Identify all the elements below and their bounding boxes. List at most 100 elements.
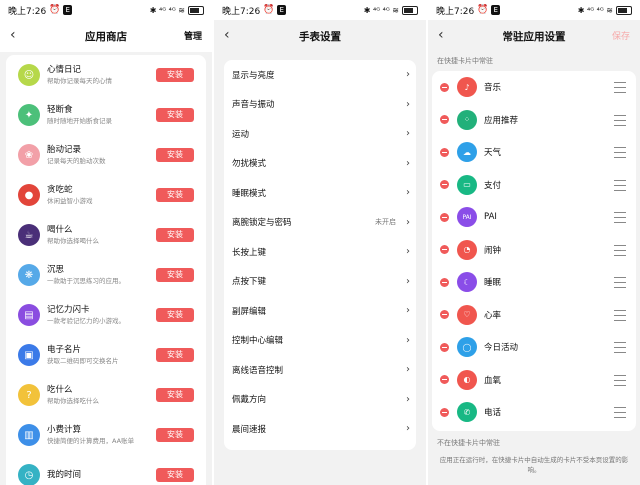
chevron-right-icon: › — [406, 69, 410, 81]
payment-icon: ▭ — [457, 174, 477, 195]
drag-handle-icon[interactable] — [614, 147, 626, 158]
settings-item[interactable]: 离线语音控制 › — [224, 355, 416, 385]
install-button[interactable]: 安装 — [156, 348, 194, 362]
settings-item-label: 长按上键 — [232, 247, 267, 258]
app-row: ● 贪吃蛇 休闲益智小游戏 安装 — [6, 175, 206, 215]
drag-handle-icon[interactable] — [614, 277, 626, 288]
settings-item[interactable]: 勿扰模式 › — [224, 149, 416, 179]
settings-item[interactable]: 佩戴方向 › — [224, 385, 416, 415]
remove-icon[interactable] — [440, 147, 449, 157]
install-button[interactable]: 安装 — [156, 268, 194, 282]
app-row: ◷ 我的时间 安装 — [6, 455, 206, 485]
app-row: ☕ 喝什么 帮助你选择喝什么 安装 — [6, 215, 206, 255]
install-button[interactable]: 安装 — [156, 228, 194, 242]
settings-item-label: 晨间速报 — [232, 424, 267, 435]
settings-item[interactable]: 显示与亮度 › — [224, 60, 416, 90]
settings-item[interactable]: 睡眠模式 › — [224, 178, 416, 208]
pinned-app-row: ⁘ 应用推荐 — [432, 104, 636, 137]
memory-card-icon: ▤ — [18, 304, 40, 326]
drag-handle-icon[interactable] — [614, 179, 626, 191]
pinned-app-row: ☾ 睡眠 — [432, 266, 636, 299]
drag-handle-icon[interactable] — [614, 309, 626, 321]
pinned-apps-screen: 晚上7:26 ⏰ E ✱ ⁴ᴳ ⁴ᴳ ≋ ‹ 常驻应用设置 保存 在快捷卡片中常驻 … — [426, 0, 640, 485]
remove-icon[interactable] — [440, 375, 449, 385]
drag-handle-icon[interactable] — [614, 212, 626, 223]
pinned-app-label: 闹钟 — [484, 245, 502, 256]
app-recommend-icon: ⁘ — [457, 109, 477, 130]
status-bar: 晚上7:26 ⏰ E ✱ ⁴ᴳ ⁴ᴳ ≋ — [428, 0, 640, 20]
install-button[interactable]: 安装 — [156, 188, 194, 202]
remove-icon[interactable] — [440, 180, 449, 190]
status-bar: 晚上7:26 ⏰ E ✱ ⁴ᴳ ⁴ᴳ ≋ — [0, 0, 212, 20]
install-button[interactable]: 安装 — [156, 388, 194, 402]
status-time: 晚上7:26 — [222, 6, 261, 17]
chevron-right-icon: › — [406, 393, 410, 405]
back-arrow-icon[interactable]: ‹ — [224, 27, 230, 43]
nav-bar: ‹ 手表设置 — [214, 20, 426, 52]
install-button[interactable]: 安装 — [156, 148, 194, 162]
page-title: 常驻应用设置 — [502, 30, 566, 43]
back-arrow-icon[interactable]: ‹ — [438, 27, 444, 43]
install-button[interactable]: 安装 — [156, 68, 194, 82]
nav-bar: ‹ 应用商店 管理 — [0, 20, 212, 52]
pinned-app-label: 电话 — [484, 408, 502, 419]
chevron-right-icon: › — [406, 423, 410, 435]
app-row: ❀ 胎动记录 记录每天的胎动次数 安装 — [6, 135, 206, 175]
signal-icons: ✱ ⁴ᴳ ⁴ᴳ ≋ — [363, 5, 399, 15]
chevron-right-icon: › — [406, 216, 410, 228]
install-button[interactable]: 安装 — [156, 108, 194, 122]
notification-icon: E — [63, 5, 72, 15]
drag-handle-icon[interactable] — [614, 407, 626, 418]
install-button[interactable]: 安装 — [156, 468, 194, 482]
settings-item-label: 控制中心编辑 — [232, 336, 284, 347]
app-row: ? 吃什么 帮助你选择吃什么 安装 — [6, 375, 206, 415]
snake-game-icon: ● — [18, 184, 40, 206]
chevron-right-icon: › — [406, 305, 410, 317]
settings-item[interactable]: 离腕锁定与密码 未开启 › — [224, 208, 416, 238]
chevron-right-icon: › — [406, 128, 410, 140]
pinned-app-label: 天气 — [484, 148, 502, 159]
pinned-app-row: ◯ 今日活动 — [432, 331, 636, 364]
remove-icon[interactable] — [440, 245, 449, 255]
settings-item[interactable]: 长按上键 › — [224, 237, 416, 267]
settings-item[interactable]: 运动 › — [224, 119, 416, 149]
settings-item[interactable]: 副屏编辑 › — [224, 296, 416, 326]
drag-handle-icon[interactable] — [614, 374, 626, 386]
blood-oxygen-icon: ◐ — [457, 369, 477, 390]
pinned-app-label: 血氧 — [484, 375, 502, 386]
remove-icon[interactable] — [440, 310, 449, 320]
drink-icon: ☕ — [18, 224, 40, 246]
settings-item[interactable]: 晨间速报 › — [224, 414, 416, 444]
notification-icon: E — [491, 5, 500, 15]
drag-handle-icon[interactable] — [614, 244, 626, 256]
pinned-app-row: ▭ 支付 — [432, 169, 636, 202]
settings-item[interactable]: 声音与振动 › — [224, 90, 416, 120]
remove-icon[interactable] — [440, 212, 449, 222]
chevron-right-icon: › — [406, 334, 410, 346]
battery-icon — [402, 5, 418, 15]
remove-icon[interactable] — [440, 277, 449, 287]
save-button[interactable]: 保存 — [612, 29, 630, 42]
settings-item-label: 佩戴方向 — [232, 395, 267, 406]
manage-button[interactable]: 管理 — [184, 29, 202, 42]
remove-icon[interactable] — [440, 407, 449, 417]
sleep-icon: ☾ — [457, 272, 477, 293]
remove-icon[interactable] — [440, 82, 449, 92]
install-button[interactable]: 安装 — [156, 308, 194, 322]
settings-item[interactable]: 点按下键 › — [224, 267, 416, 297]
settings-item[interactable]: 控制中心编辑 › — [224, 326, 416, 356]
pinned-app-label: 心率 — [484, 310, 502, 321]
status-time: 晚上7:26 — [436, 6, 475, 17]
drag-handle-icon[interactable] — [614, 82, 626, 93]
remove-icon[interactable] — [440, 115, 449, 125]
pinned-app-row: ♡ 心率 — [432, 299, 636, 332]
install-button[interactable]: 安装 — [156, 428, 194, 442]
remove-icon[interactable] — [440, 342, 449, 352]
pinned-app-label: 睡眠 — [484, 278, 502, 289]
alarm-icon: ⏰ — [477, 5, 489, 15]
back-arrow-icon[interactable]: ‹ — [10, 27, 16, 43]
alarm-icon: ◔ — [457, 239, 477, 260]
drag-handle-icon[interactable] — [614, 114, 626, 126]
drag-handle-icon[interactable] — [614, 342, 626, 353]
alarm-icon: ⏰ — [49, 5, 61, 15]
